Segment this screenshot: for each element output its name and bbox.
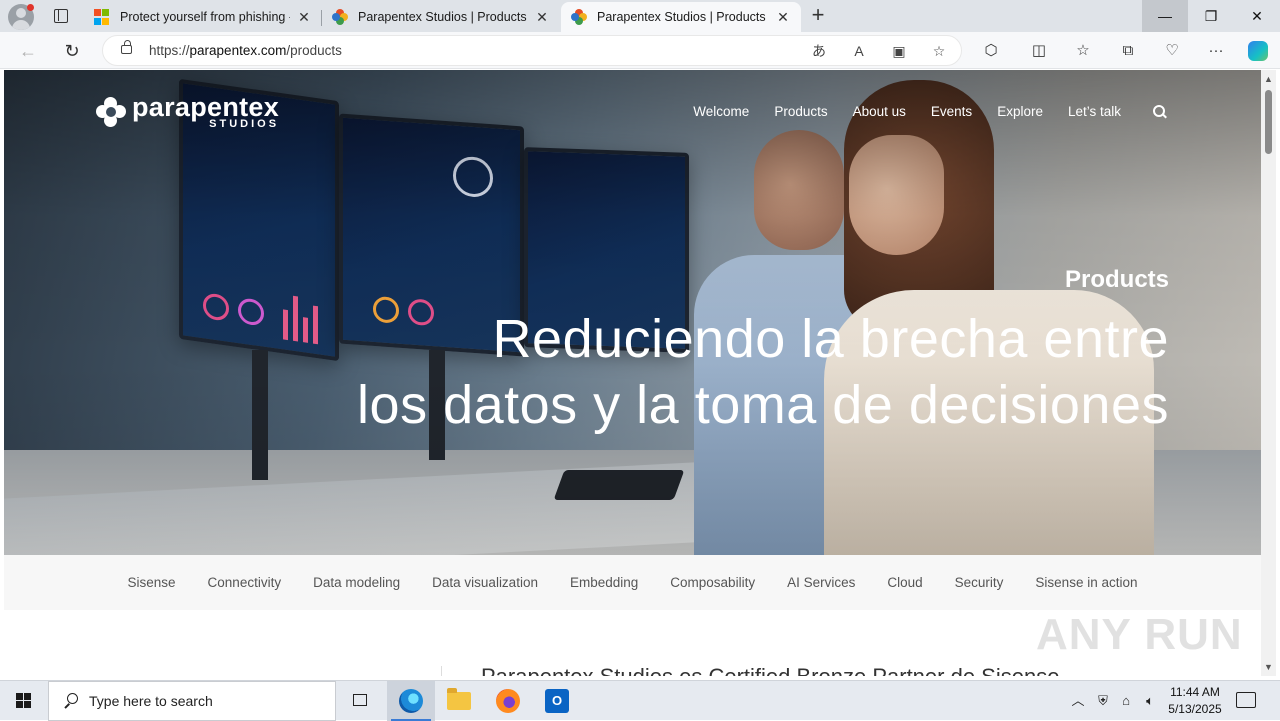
site-logo[interactable]: parapentex STUDIOS [96,94,279,130]
favorite-star-icon[interactable]: ☆ [929,41,949,61]
split-screen-icon[interactable]: ◫ [1026,38,1052,64]
tab-close-icon[interactable]: ✕ [775,9,791,26]
parapentex-logo-icon [96,97,126,127]
scrollbar-thumb[interactable] [1265,90,1272,154]
product-subnav: Sisense Connectivity Data modeling Data … [4,555,1261,610]
tab-title: Protect yourself from phishing - M [120,10,290,24]
section-heading: Parapentex Studios es Certified Bronze P… [481,664,1059,676]
taskbar-firefox[interactable] [484,681,532,721]
url-path: /products [286,43,342,58]
hero-title-line-2: los datos y la toma de decisiones [357,375,1169,435]
search-icon[interactable] [1153,104,1167,119]
microsoft-icon [94,9,110,25]
browser-toolbar: ← ↻ https://parapentex.com/products あ A … [0,32,1280,69]
nav-explore[interactable]: Explore [997,104,1043,119]
logo-subtitle: STUDIOS [209,118,280,130]
more-menu-icon[interactable]: ··· [1203,38,1229,64]
task-view-button[interactable] [336,681,384,721]
scroll-down-icon[interactable]: ▼ [1264,662,1273,672]
tab-products-1[interactable]: Parapentex Studios | Products ✕ [322,2,560,32]
defender-icon[interactable]: ⛨ [1094,681,1112,721]
task-view-icon [353,694,367,706]
show-hidden-icons-chevron-icon[interactable]: ︿ [1068,681,1088,721]
extensions-icon[interactable]: ⬡ [978,38,1004,64]
subnav-cloud[interactable]: Cloud [887,575,922,590]
subnav-data-modeling[interactable]: Data modeling [313,575,400,590]
close-window-button[interactable]: ✕ [1234,0,1280,32]
nav-about-us[interactable]: About us [853,104,906,119]
parapentex-icon [332,9,348,25]
folder-icon [447,688,471,710]
url-text[interactable]: https://parapentex.com/products [149,43,342,58]
taskbar-edge[interactable] [387,681,435,721]
profile-notification-dot [27,4,34,11]
minimize-button[interactable]: — [1142,0,1188,32]
hero-title-line-1: Reduciendo la brecha entre [492,309,1169,369]
content-divider [441,666,442,676]
taskbar-outlook[interactable]: O [533,681,581,721]
refresh-button[interactable]: ↻ [59,38,85,64]
lock-icon[interactable] [121,40,132,54]
tab-title: Parapentex Studios | Products [597,10,766,24]
copilot-icon[interactable] [1248,41,1268,61]
tab-products-active[interactable]: Parapentex Studios | Products ✕ [561,2,801,32]
page-scrollbar[interactable]: ▲ ▼ [1261,70,1276,676]
logo-name: parapentex [132,92,280,122]
back-button[interactable]: ← [15,38,41,64]
hero-eyebrow: Products [1064,266,1169,293]
anyrun-watermark: ANY RUN [1036,610,1243,659]
main-nav: Welcome Products About us Events Explore… [668,104,1167,119]
clock-date: 5/13/2025 [1168,702,1222,716]
favorites-icon[interactable]: ☆ [1070,38,1096,64]
subnav-connectivity[interactable]: Connectivity [208,575,282,590]
taskbar-clock[interactable]: 11:44 AM 5/13/2025 [1160,684,1230,718]
parapentex-icon [571,9,587,25]
tab-title: Parapentex Studios | Products [358,10,527,24]
notification-center-icon[interactable] [1236,692,1256,708]
browser-tab-strip: Protect yourself from phishing - M ✕ Par… [0,0,1280,32]
url-scheme: https:// [149,43,190,58]
immersive-reader-icon[interactable]: ▣ [889,41,909,61]
scroll-up-icon[interactable]: ▲ [1264,74,1273,84]
subnav-composability[interactable]: Composability [670,575,755,590]
nav-lets-talk[interactable]: Let’s talk [1068,104,1121,119]
taskbar-file-explorer[interactable] [435,681,483,721]
subnav-sisense-in-action[interactable]: Sisense in action [1035,575,1137,590]
search-icon [63,693,79,709]
start-button[interactable] [0,681,48,721]
nav-products[interactable]: Products [774,104,827,119]
new-tab-button[interactable]: + [806,4,830,28]
clock-time: 11:44 AM [1170,685,1220,699]
hero-title: Reduciendo la brecha entre los datos y l… [349,306,1169,438]
restore-button[interactable]: ❐ [1188,0,1234,32]
nav-welcome[interactable]: Welcome [693,104,749,119]
translate-icon[interactable]: あ [809,41,829,61]
tab-actions-icon[interactable] [48,6,72,26]
url-host: parapentex.com [189,43,287,58]
windows-logo-icon [16,693,31,708]
windows-taskbar: Type here to search O ︿ ⛨ ⌂ 🔈︎ 11:44 AM … [0,680,1280,721]
hero-banner: parapentex STUDIOS Welcome Products Abou… [4,70,1261,555]
read-aloud-icon[interactable]: A [849,41,869,61]
address-bar[interactable]: https://parapentex.com/products あ A ▣ ☆ [102,35,962,66]
firefox-icon [496,689,520,713]
taskbar-search-box[interactable]: Type here to search [48,681,336,721]
network-icon[interactable]: ⌂ [1116,681,1136,721]
taskbar-search-placeholder: Type here to search [89,693,213,709]
edge-icon [399,689,423,713]
page-viewport: parapentex STUDIOS Welcome Products Abou… [4,70,1261,676]
subnav-ai-services[interactable]: AI Services [787,575,855,590]
volume-icon[interactable]: 🔈︎ [1140,681,1160,721]
nav-events[interactable]: Events [931,104,972,119]
browser-essentials-icon[interactable]: ♡ [1159,38,1185,64]
subnav-data-visualization[interactable]: Data visualization [432,575,538,590]
subnav-embedding[interactable]: Embedding [570,575,638,590]
tab-phishing[interactable]: Protect yourself from phishing - M ✕ [84,2,322,32]
outlook-icon: O [545,689,569,713]
subnav-security[interactable]: Security [955,575,1004,590]
collections-icon[interactable]: ⧉ [1115,38,1141,64]
tab-close-icon[interactable]: ✕ [296,9,312,26]
subnav-sisense[interactable]: Sisense [128,575,176,590]
tab-close-icon[interactable]: ✕ [534,9,550,26]
